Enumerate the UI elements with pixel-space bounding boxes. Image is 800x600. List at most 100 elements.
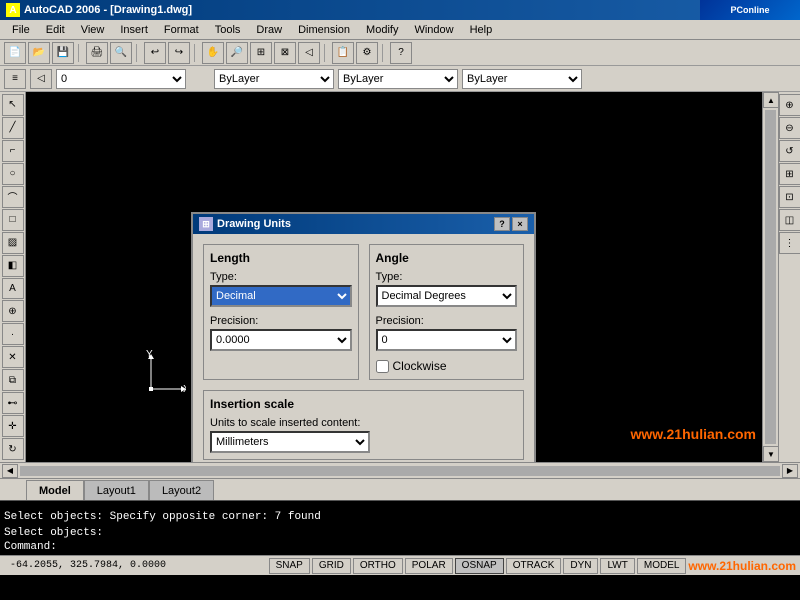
- menu-draw[interactable]: Draw: [248, 20, 290, 39]
- rotate-tool[interactable]: ↻: [2, 438, 24, 460]
- grid-button[interactable]: GRID: [312, 558, 351, 574]
- layer-toolbar: ≡ ◁ 0 ByLayer ByLayer ByLayer: [0, 66, 800, 92]
- open-button[interactable]: 📂: [28, 42, 50, 64]
- dialog-controls[interactable]: ? ×: [494, 217, 528, 231]
- dialog-close-button[interactable]: ×: [512, 217, 528, 231]
- menu-tools[interactable]: Tools: [207, 20, 249, 39]
- arc-tool[interactable]: ⌒: [2, 186, 24, 208]
- length-precision-select[interactable]: 0.0000 0 0.0 0.00 0.000: [210, 329, 352, 351]
- lineweight-select[interactable]: ByLayer: [462, 69, 582, 89]
- menu-edit[interactable]: Edit: [38, 20, 73, 39]
- insertion-units-select[interactable]: Millimeters Inches Feet Centimeters Mete…: [210, 431, 370, 453]
- dialog-body: Length Type: Decimal Architectural Engin…: [193, 234, 534, 462]
- menu-help[interactable]: Help: [462, 20, 501, 39]
- circle-tool[interactable]: ○: [2, 163, 24, 185]
- right-tb-btn-2[interactable]: ⊖: [779, 117, 800, 139]
- menu-view[interactable]: View: [73, 20, 113, 39]
- color-select[interactable]: ByLayer: [214, 69, 334, 89]
- linetype-select[interactable]: ByLayer: [338, 69, 458, 89]
- preview-button[interactable]: 🔍: [110, 42, 132, 64]
- move-tool[interactable]: ✛: [2, 415, 24, 437]
- right-tb-btn-6[interactable]: ◫: [779, 209, 800, 231]
- zoom-extents-button[interactable]: ⊠: [274, 42, 296, 64]
- length-type-select[interactable]: Decimal Architectural Engineering Fracti…: [210, 285, 352, 307]
- properties-button[interactable]: 📋: [332, 42, 354, 64]
- right-toolbar: ⊕ ⊖ ↺ ⊞ ⊡ ◫ ⋮: [778, 92, 800, 462]
- sep-2: [136, 44, 140, 62]
- model-button[interactable]: MODEL: [637, 558, 687, 574]
- scroll-h-thumb: [20, 466, 780, 476]
- command-input-line[interactable]: Command:: [4, 541, 796, 553]
- zoom-window-button[interactable]: ⊞: [250, 42, 272, 64]
- polar-button[interactable]: POLAR: [405, 558, 453, 574]
- clockwise-label: Clockwise: [393, 359, 447, 373]
- menu-dimension[interactable]: Dimension: [290, 20, 358, 39]
- command-line-1: Select objects: Specify opposite corner:…: [4, 509, 796, 525]
- right-tb-btn-7[interactable]: ⋮: [779, 232, 800, 254]
- erase-tool[interactable]: ✕: [2, 346, 24, 368]
- layer-prev-button[interactable]: ◁: [30, 69, 52, 89]
- osnap-button[interactable]: OSNAP: [455, 558, 504, 574]
- save-button[interactable]: 💾: [52, 42, 74, 64]
- command-line-2: Select objects:: [4, 525, 796, 541]
- point-tool[interactable]: ·: [2, 323, 24, 345]
- mirror-tool[interactable]: ⊷: [2, 392, 24, 414]
- zoom-prev-button[interactable]: ◁: [298, 42, 320, 64]
- snap-button[interactable]: SNAP: [269, 558, 310, 574]
- otrack-button[interactable]: OTRACK: [506, 558, 562, 574]
- undo-button[interactable]: ↩: [144, 42, 166, 64]
- menu-insert[interactable]: Insert: [112, 20, 156, 39]
- layer-manager-button[interactable]: ≡: [4, 69, 26, 89]
- right-tb-btn-1[interactable]: ⊕: [779, 94, 800, 116]
- tab-layout2[interactable]: Layout2: [149, 480, 214, 500]
- insert-block-tool[interactable]: ⊕: [2, 300, 24, 322]
- hatch-tool[interactable]: ▨: [2, 232, 24, 254]
- redo-button[interactable]: ↪: [168, 42, 190, 64]
- dialog-title-bar[interactable]: ⊞ Drawing Units ? ×: [193, 214, 534, 234]
- length-precision-label: Precision:: [210, 315, 352, 327]
- polyline-tool[interactable]: ⌐: [2, 140, 24, 162]
- canvas-area[interactable]: X Y ⊞ Drawing Units ? ×: [26, 92, 778, 462]
- copy-tool[interactable]: ⧉: [2, 369, 24, 391]
- bottom-scrollbar[interactable]: ◀ ▶: [0, 462, 800, 478]
- menu-format[interactable]: Format: [156, 20, 207, 39]
- drawing-units-dialog: ⊞ Drawing Units ? × Length Type:: [191, 212, 536, 462]
- app-icon: A: [6, 3, 20, 17]
- menu-modify[interactable]: Modify: [358, 20, 406, 39]
- cursor-tool[interactable]: ↖: [2, 94, 24, 116]
- line-tool[interactable]: ╱: [2, 117, 24, 139]
- right-tb-btn-3[interactable]: ↺: [779, 140, 800, 162]
- command-input[interactable]: [57, 541, 796, 553]
- left-toolbar: ↖ ╱ ⌐ ○ ⌒ □ ▨ ◧ A ⊕ · ✕ ⧉ ⊷ ✛ ↻: [0, 92, 26, 462]
- right-tb-btn-4[interactable]: ⊞: [779, 163, 800, 185]
- tab-layout1[interactable]: Layout1: [84, 480, 149, 500]
- ortho-button[interactable]: ORTHO: [353, 558, 403, 574]
- help-button[interactable]: ?: [390, 42, 412, 64]
- angle-type-select[interactable]: Decimal Degrees Deg/Min/Sec Grads Radian…: [376, 285, 518, 307]
- layer-select[interactable]: 0: [56, 69, 186, 89]
- scroll-left-arrow[interactable]: ◀: [2, 464, 18, 478]
- dialog-help-button[interactable]: ?: [494, 217, 510, 231]
- insertion-scale-title: Insertion scale: [210, 397, 517, 411]
- lwt-button[interactable]: LWT: [600, 558, 634, 574]
- scroll-right-arrow[interactable]: ▶: [782, 464, 798, 478]
- print-button[interactable]: 🖨: [86, 42, 108, 64]
- pan-button[interactable]: ✋: [202, 42, 224, 64]
- insertion-units-label: Units to scale inserted content:: [210, 417, 517, 429]
- angle-precision-select[interactable]: 0 0.0 0.00: [376, 329, 518, 351]
- match-prop-button[interactable]: ⚙: [356, 42, 378, 64]
- clockwise-row: Clockwise: [376, 359, 518, 373]
- menu-window[interactable]: Window: [406, 20, 461, 39]
- right-tb-btn-5[interactable]: ⊡: [779, 186, 800, 208]
- title-bar: A AutoCAD 2006 - [Drawing1.dwg] PConline…: [0, 0, 800, 20]
- menu-file[interactable]: File: [4, 20, 38, 39]
- new-button[interactable]: 📄: [4, 42, 26, 64]
- length-angle-row: Length Type: Decimal Architectural Engin…: [203, 244, 524, 380]
- region-tool[interactable]: ◧: [2, 255, 24, 277]
- dyn-button[interactable]: DYN: [563, 558, 598, 574]
- tab-model[interactable]: Model: [26, 480, 84, 500]
- text-tool[interactable]: A: [2, 278, 24, 300]
- clockwise-checkbox[interactable]: [376, 360, 389, 373]
- zoom-button[interactable]: 🔎: [226, 42, 248, 64]
- rectangle-tool[interactable]: □: [2, 209, 24, 231]
